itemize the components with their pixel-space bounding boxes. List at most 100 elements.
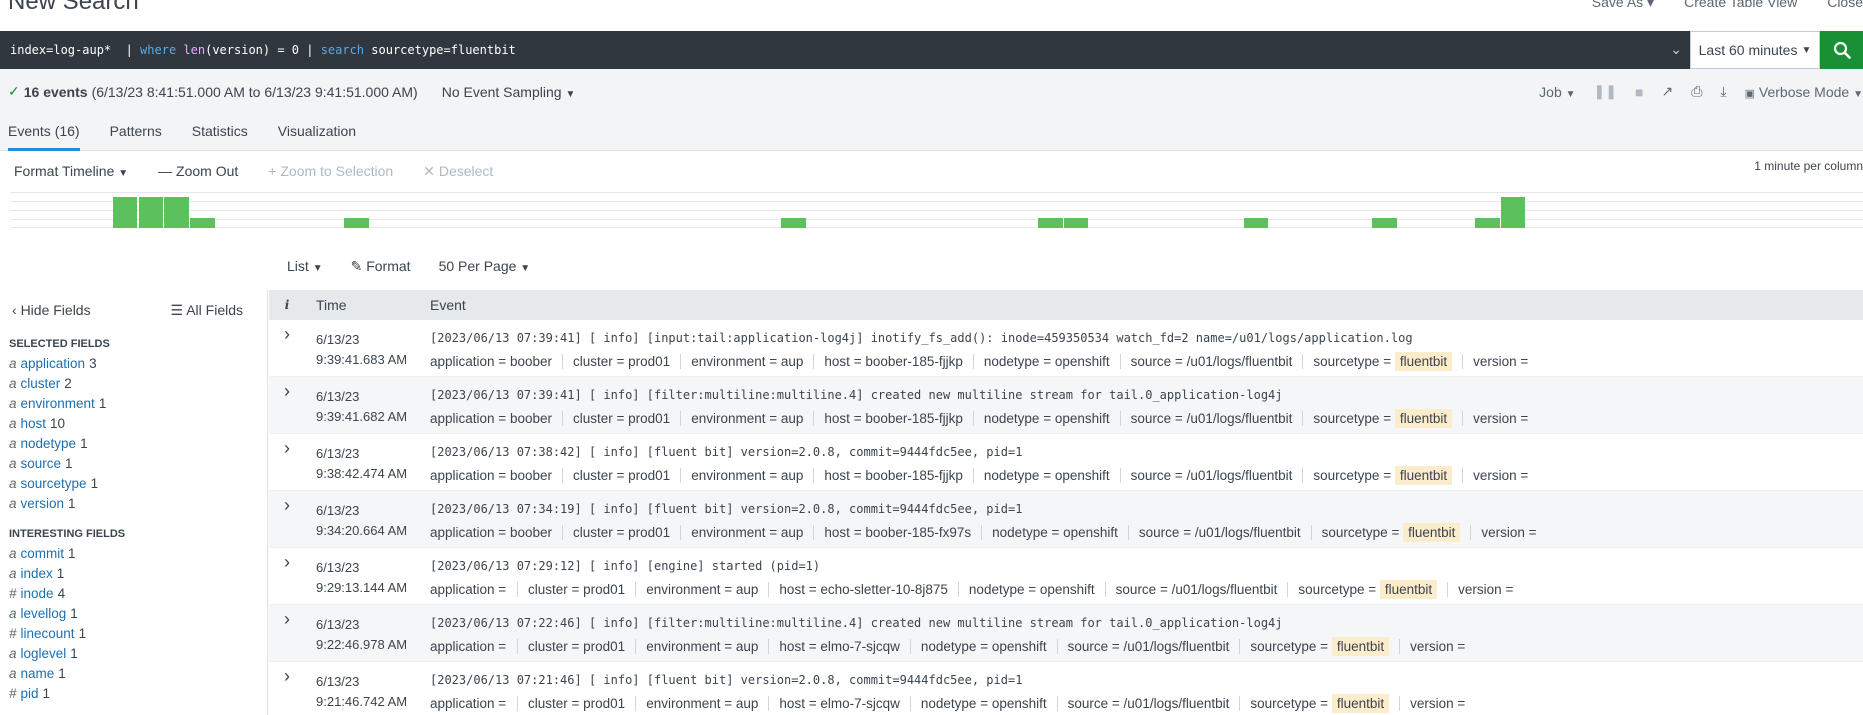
print-icon[interactable]: ⎙ (1691, 83, 1702, 100)
field-value[interactable]: /u01/logs/fluentbit (1172, 582, 1278, 597)
field-name[interactable]: commit (21, 546, 65, 561)
field-pair-nodetype[interactable]: nodetype = openshift (984, 353, 1121, 369)
event-sampling-dropdown[interactable]: No Event Sampling ▼ (442, 84, 576, 100)
field-pair-nodetype[interactable]: nodetype = openshift (921, 695, 1058, 711)
field-value[interactable]: aup (781, 468, 804, 483)
field-item-cluster[interactable]: a cluster 2 (9, 374, 267, 394)
field-pair-environment[interactable]: environment = aup (691, 353, 815, 369)
timeline-bar[interactable] (1063, 218, 1089, 228)
field-value[interactable]: prod01 (628, 468, 670, 483)
event-time[interactable]: 6/13/23 9:29:13.144 AM (305, 548, 428, 604)
field-value[interactable]: fluentbit (1331, 693, 1390, 713)
field-value[interactable]: openshift (992, 696, 1047, 711)
field-item-name[interactable]: a name 1 (9, 664, 267, 684)
field-pair-nodetype[interactable]: nodetype = openshift (969, 581, 1106, 597)
timeline-bar[interactable] (344, 218, 369, 228)
field-value[interactable]: elmo-7-sjcqw (820, 639, 900, 654)
all-fields-button[interactable]: ☰ All Fields (171, 302, 243, 330)
timeline-bar[interactable] (1038, 218, 1063, 228)
timeline-bar[interactable] (1500, 197, 1526, 228)
field-value[interactable]: openshift (1055, 354, 1110, 369)
field-value[interactable]: fluentbit (1394, 408, 1453, 428)
field-value[interactable]: aup (781, 354, 804, 369)
field-item-application[interactable]: a application 3 (9, 354, 267, 374)
field-name[interactable]: index (21, 566, 53, 581)
field-value[interactable]: /u01/logs/fluentbit (1195, 525, 1301, 540)
field-pair-cluster[interactable]: cluster = prod01 (528, 638, 637, 654)
field-name[interactable]: application (21, 356, 86, 371)
field-value[interactable]: boober (510, 525, 552, 540)
field-item-levellog[interactable]: a levellog 1 (9, 604, 267, 624)
field-pair-sourcetype[interactable]: sourcetype = fluentbit (1313, 408, 1464, 428)
field-pair-host[interactable]: host = echo-sletter-10-8j875 (779, 581, 959, 597)
field-item-nodetype[interactable]: a nodetype 1 (9, 434, 267, 454)
field-value[interactable]: elmo-7-sjcqw (820, 696, 900, 711)
expand-row-icon[interactable]: › (269, 548, 305, 604)
field-name[interactable]: cluster (21, 376, 61, 391)
timeline-bar[interactable] (1372, 218, 1397, 228)
save-as-button[interactable]: Save As ▾ (1592, 0, 1654, 11)
field-pair-nodetype[interactable]: nodetype = openshift (992, 524, 1129, 540)
search-query[interactable]: index=log-aup* | where len(version) = 0 … (10, 43, 516, 57)
field-pair-source[interactable]: source = /u01/logs/fluentbit (1131, 353, 1304, 369)
field-value[interactable]: aup (781, 411, 804, 426)
field-item-host[interactable]: a host 10 (9, 414, 267, 434)
field-item-inode[interactable]: # inode 4 (9, 584, 267, 604)
stop-icon[interactable]: ■ (1635, 84, 1643, 100)
field-name[interactable]: nodetype (21, 436, 77, 451)
field-name[interactable]: name (21, 666, 55, 681)
field-value[interactable]: boober (510, 411, 552, 426)
field-pair-environment[interactable]: environment = aup (691, 410, 815, 426)
timeline-bar[interactable] (164, 197, 189, 228)
zoom-to-selection-button[interactable]: + Zoom to Selection (268, 163, 393, 179)
field-pair-host[interactable]: host = boober-185-fjjkp (824, 410, 974, 426)
field-pair-application[interactable]: application = boober (430, 467, 563, 483)
field-pair-source[interactable]: source = /u01/logs/fluentbit (1116, 581, 1289, 597)
field-item-pid[interactable]: # pid 1 (9, 684, 267, 704)
field-value[interactable]: prod01 (583, 582, 625, 597)
field-pair-environment[interactable]: environment = aup (691, 467, 815, 483)
field-item-environment[interactable]: a environment 1 (9, 394, 267, 414)
field-value[interactable]: /u01/logs/fluentbit (1124, 696, 1230, 711)
field-value[interactable]: fluentbit (1394, 351, 1453, 371)
timeline-chart[interactable] (10, 192, 1863, 228)
info-column-header[interactable]: i (269, 298, 305, 312)
timeline-bar[interactable] (1243, 218, 1269, 228)
field-value[interactable]: fluentbit (1379, 579, 1438, 599)
time-column-header[interactable]: Time (305, 297, 428, 313)
field-value[interactable]: aup (736, 696, 759, 711)
expand-row-icon[interactable]: › (269, 434, 305, 490)
field-pair-sourcetype[interactable]: sourcetype = fluentbit (1298, 579, 1449, 599)
field-pair-cluster[interactable]: cluster = prod01 (573, 524, 682, 540)
event-time[interactable]: 6/13/23 9:39:41.683 AM (305, 320, 428, 376)
field-name[interactable]: version (21, 496, 65, 511)
expand-row-icon[interactable]: › (269, 662, 305, 715)
field-value[interactable]: openshift (1063, 525, 1118, 540)
field-value[interactable]: prod01 (583, 639, 625, 654)
per-page-dropdown[interactable]: 50 Per Page ▼ (439, 258, 531, 278)
tab-visualization[interactable]: Visualization (278, 114, 356, 151)
field-value[interactable]: /u01/logs/fluentbit (1187, 411, 1293, 426)
field-pair-source[interactable]: source = /u01/logs/fluentbit (1068, 695, 1241, 711)
field-pair-version[interactable]: version = (1481, 525, 1546, 540)
event-time[interactable]: 6/13/23 9:34:20.664 AM (305, 491, 428, 547)
timeline-bar[interactable] (189, 218, 215, 228)
tab-patterns[interactable]: Patterns (110, 114, 162, 151)
field-value[interactable]: prod01 (628, 411, 670, 426)
zoom-out-button[interactable]: — Zoom Out (158, 163, 238, 179)
pause-icon[interactable]: ❚❚ (1594, 83, 1617, 100)
field-pair-environment[interactable]: environment = aup (646, 638, 770, 654)
field-value[interactable]: fluentbit (1403, 522, 1461, 542)
field-value[interactable]: openshift (1055, 468, 1110, 483)
format-timeline-dropdown[interactable]: Format Timeline ▼ (14, 163, 128, 179)
field-pair-cluster[interactable]: cluster = prod01 (573, 410, 682, 426)
field-name[interactable]: environment (21, 396, 95, 411)
field-value[interactable]: aup (736, 582, 759, 597)
field-value[interactable]: fluentbit (1394, 465, 1453, 485)
event-time[interactable]: 6/13/23 9:22:46.978 AM (305, 605, 428, 661)
field-pair-host[interactable]: host = elmo-7-sjcqw (779, 695, 911, 711)
field-value[interactable]: /u01/logs/fluentbit (1187, 468, 1293, 483)
field-item-loglevel[interactable]: a loglevel 1 (9, 644, 267, 664)
field-pair-application[interactable]: application = (430, 695, 518, 711)
field-name[interactable]: sourcetype (21, 476, 87, 491)
